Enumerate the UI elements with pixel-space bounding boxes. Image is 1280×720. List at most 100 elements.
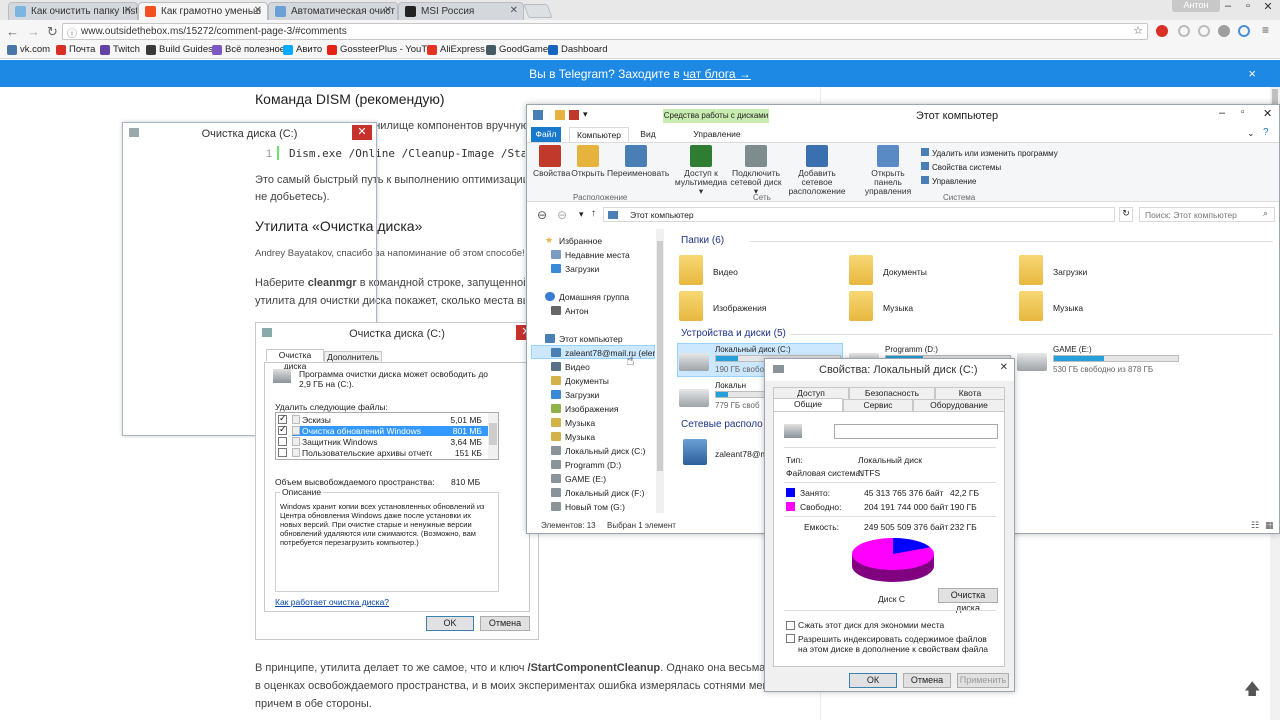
scroll-thumb[interactable] [489, 423, 497, 445]
folder-icon[interactable] [555, 110, 565, 120]
banner-close-icon[interactable]: × [1248, 66, 1256, 81]
history-dropdown-icon[interactable]: ▾ [579, 209, 584, 220]
media-access-button[interactable]: Доступ к мультимедиа ▾ [673, 145, 729, 196]
maximize-icon[interactable]: ▫ [1238, 0, 1258, 12]
nav-item-cloud[interactable]: zaleant78@mail.ru (elena [551, 348, 655, 358]
details-view-icon[interactable]: ☷ [1251, 520, 1259, 531]
address-box[interactable]: Этот компьютер [603, 207, 1115, 222]
star-icon[interactable]: ☆ [1133, 24, 1143, 37]
nav-item-this-pc[interactable]: Этот компьютер [545, 334, 623, 344]
nav-item[interactable]: GAME (E:) [551, 474, 606, 484]
nav-item[interactable]: Документы [551, 376, 609, 386]
address-bar[interactable]: ⓘ www.outsidethebox.ms/15272/comment-page… [62, 23, 1148, 40]
extension-icon[interactable] [1238, 25, 1250, 37]
nav-scrollbar[interactable] [656, 229, 664, 513]
close-window-icon[interactable]: ✕ [1258, 0, 1278, 13]
bookmark-item[interactable]: Build Guides [146, 44, 213, 55]
browser-tab-1[interactable]: Как очистить папку Inst ✕ [8, 2, 138, 20]
nav-item[interactable]: Новый том (G:) [551, 502, 625, 512]
folder-item[interactable]: Загрузки [1019, 255, 1179, 289]
rename-button[interactable]: Переименовать [607, 145, 669, 178]
close-icon[interactable]: ✕ [1000, 362, 1008, 373]
bookmark-item[interactable]: Dashboard [548, 44, 607, 55]
uninstall-program-link[interactable]: Удалить или изменить программу [921, 147, 1058, 161]
system-properties-link[interactable]: Свойства системы [921, 161, 1058, 175]
disk-cleanup-button[interactable]: Очистка диска [938, 588, 998, 613]
checkbox[interactable] [278, 424, 287, 436]
browser-tab-3[interactable]: Автоматическая очист ✕ [268, 2, 398, 20]
checkbox[interactable] [278, 413, 287, 425]
folder-item[interactable]: Изображения [679, 291, 839, 325]
scroll-thumb[interactable] [657, 241, 663, 471]
checkbox[interactable] [786, 621, 795, 631]
cancel-button[interactable]: Отмена [903, 673, 951, 688]
back-icon[interactable]: ⊖ [537, 208, 547, 222]
ok-button[interactable]: ОК [849, 673, 897, 688]
tab-cleanup[interactable]: Очистка диска [266, 349, 324, 371]
properties-dialog[interactable]: Свойства: Локальный диск (C:) ✕ Доступ Бе… [764, 358, 1015, 692]
list-item[interactable]: Очистка обновлений Windows801 МБ [276, 424, 488, 436]
nav-item[interactable]: Локальный диск (C:) [551, 446, 645, 456]
extension-icon[interactable] [1178, 25, 1190, 37]
add-network-location-button[interactable]: Добавить сетевое расположение [783, 145, 851, 196]
tiles-view-icon[interactable]: ▦ [1265, 520, 1274, 531]
index-option[interactable]: Разрешить индексировать содержимое файло… [786, 634, 998, 654]
control-panel-button[interactable]: Открыть панель управления [857, 145, 919, 196]
bookmark-item[interactable]: vk.com [7, 44, 50, 55]
reload-icon[interactable]: ↻ [47, 24, 58, 40]
extension-icon[interactable] [1218, 25, 1230, 37]
folder-item[interactable]: Музыка [849, 291, 1009, 325]
nav-item[interactable]: Локальный диск (F:) [551, 488, 645, 498]
tab-security[interactable]: Безопасность [849, 387, 935, 399]
browser-tab-2[interactable]: Как грамотно уменьш ✕ [138, 2, 268, 20]
tab-manage[interactable]: Управление [679, 127, 755, 142]
tab-tools[interactable]: Сервис [843, 399, 913, 411]
tab-quota[interactable]: Квота [935, 387, 1005, 399]
tab-file[interactable]: Файл [531, 127, 561, 142]
bookmark-item[interactable]: AliExpress [427, 44, 485, 55]
list-item[interactable]: Защитник Windows 3,64 МБ [276, 436, 488, 447]
nav-item[interactable]: Загрузки [551, 390, 599, 400]
minimize-icon[interactable]: – [1219, 107, 1225, 119]
refresh-icon[interactable]: ↻ [1119, 207, 1133, 222]
menu-icon[interactable]: ≡ [1262, 23, 1269, 37]
bookmark-item[interactable]: Авито [283, 44, 322, 55]
profile-badge[interactable]: Антон [1172, 0, 1220, 12]
close-tab-icon[interactable]: ✕ [124, 5, 132, 16]
close-tab-icon[interactable]: ✕ [384, 5, 392, 16]
list-item[interactable]: Пользовательские архивы отчетов ...151 К… [276, 447, 488, 458]
scroll-top-icon[interactable]: 🡅 [1244, 678, 1260, 705]
tab-hardware[interactable]: Оборудование [913, 399, 1005, 411]
network-drive-icon[interactable] [683, 439, 707, 465]
nav-item[interactable]: Изображения [551, 404, 618, 414]
list-scrollbar[interactable] [488, 413, 498, 459]
bookmark-item[interactable]: Всё полезное [212, 44, 285, 55]
up-icon[interactable]: ↑ [591, 208, 596, 219]
forward-icon[interactable]: → [27, 24, 40, 39]
list-item[interactable]: Эскизы5,01 МБ [276, 413, 488, 425]
compress-option[interactable]: Сжать этот диск для экономии места [786, 620, 944, 631]
maximize-icon[interactable]: ▫ [1241, 107, 1245, 118]
manage-link[interactable]: Управление [921, 175, 1058, 189]
folder-item[interactable]: Музыка [1019, 291, 1179, 325]
properties-icon[interactable] [569, 110, 579, 120]
ok-button[interactable]: OK [426, 616, 474, 631]
properties-button[interactable]: Свойства [533, 145, 570, 178]
help-icon[interactable]: ? [1263, 127, 1269, 138]
minimize-icon[interactable]: – [1218, 0, 1238, 12]
forward-icon[interactable]: ⊖ [557, 208, 567, 222]
nav-item[interactable]: Музыка [551, 432, 595, 442]
close-tab-icon[interactable]: ✕ [510, 5, 518, 16]
drive-item[interactable]: GAME (E:) 530 ГБ свободно из 878 ГБ [1017, 345, 1187, 381]
nav-item-favorites[interactable]: ★ Избранное [545, 235, 602, 246]
extension-icon[interactable] [1156, 25, 1168, 37]
nav-item[interactable]: Programm (D:) [551, 460, 621, 470]
telegram-link[interactable]: чат блога → [683, 67, 751, 81]
checkbox[interactable] [786, 634, 795, 643]
bookmark-item[interactable]: Twitch [100, 44, 140, 55]
tab-computer[interactable]: Компьютер [569, 127, 629, 142]
nav-item[interactable]: Видео [551, 362, 590, 372]
map-drive-button[interactable]: Подключить сетевой диск ▾ [729, 145, 783, 196]
nav-item-homegroup[interactable]: Домашняя группа [545, 292, 629, 302]
new-tab-button[interactable] [523, 4, 553, 18]
